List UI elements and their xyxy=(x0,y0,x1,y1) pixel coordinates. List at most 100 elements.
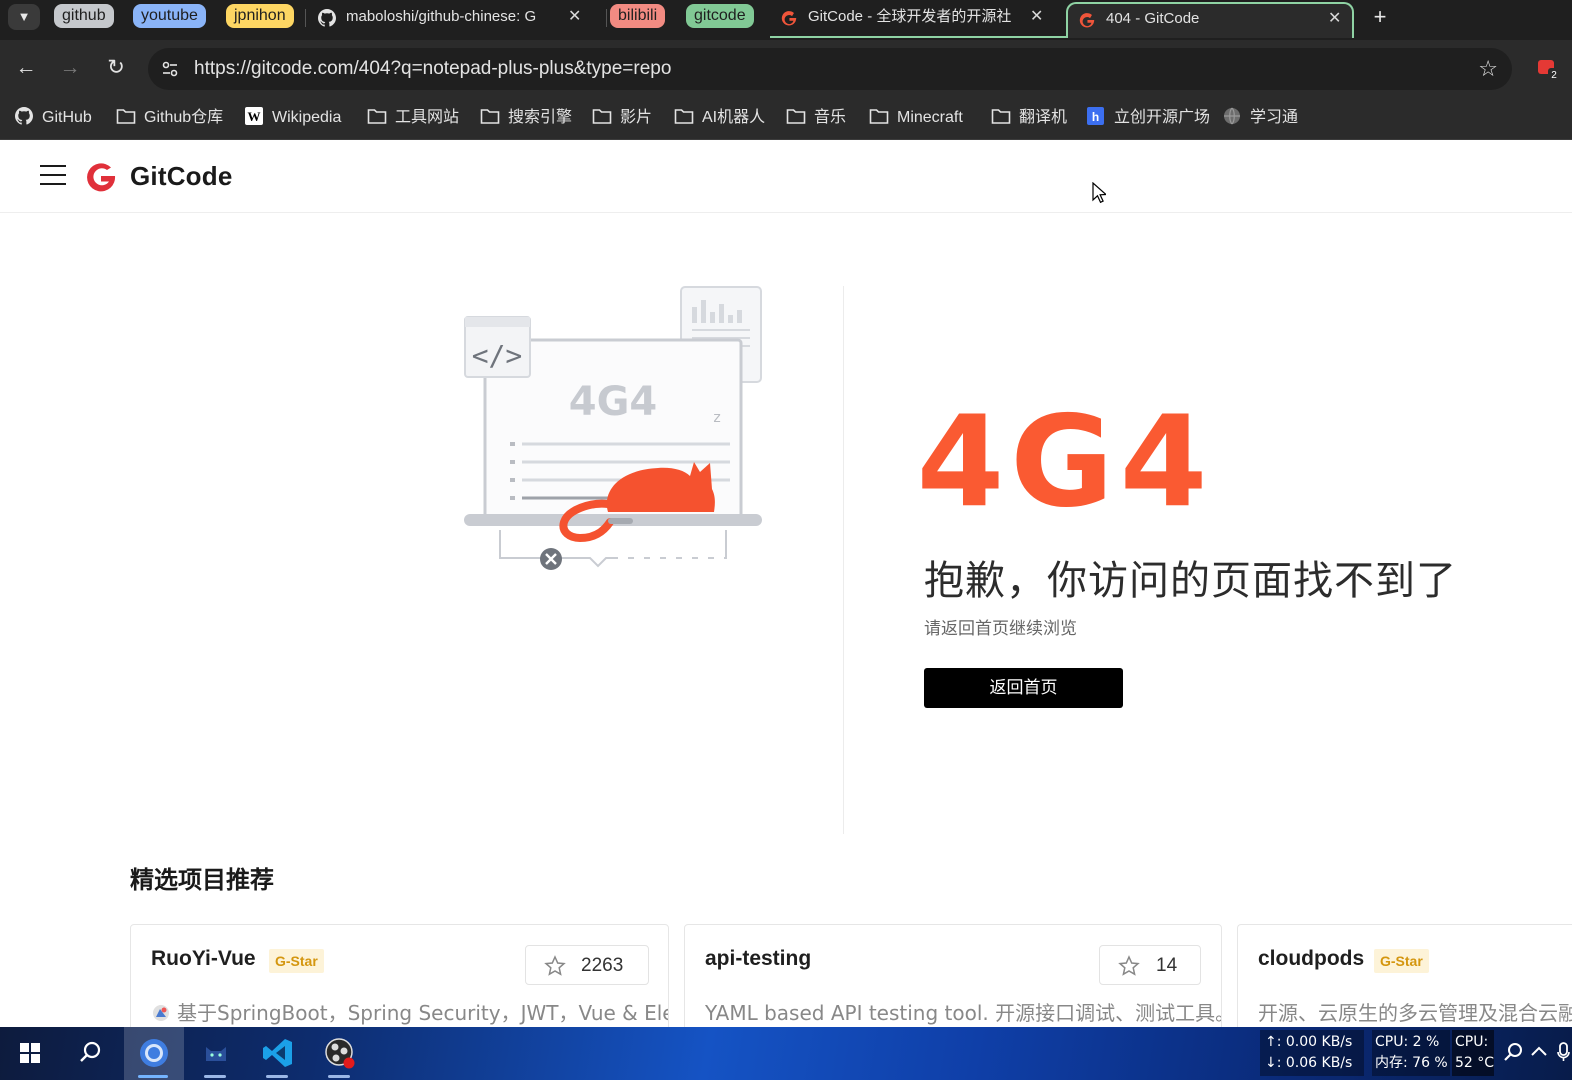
project-description: YAML based API testing tool. 开源接口调试、测试工具… xyxy=(705,1001,1222,1025)
bookmark-movies[interactable]: 影片 xyxy=(592,107,652,129)
bookmark-ai-bots[interactable]: AI机器人 xyxy=(674,107,765,129)
memory-usage: 内存: 76 % xyxy=(1375,1055,1448,1071)
back-button[interactable]: ← xyxy=(12,54,40,82)
tab-close-icon[interactable]: ✕ xyxy=(1030,2,1043,32)
reload-button[interactable]: ↻ xyxy=(102,54,130,82)
forward-button[interactable]: → xyxy=(56,54,84,82)
project-description: 基于SpringBoot，Spring Security，JWT，Vue & E… xyxy=(151,997,668,1026)
error-hint: 请返回首页继续浏览 xyxy=(924,619,1077,639)
app-running-indicator xyxy=(204,1075,226,1078)
tab-title: GitCode - 全球开发者的开源社 xyxy=(808,8,1012,25)
gstar-badge: G-Star xyxy=(1374,949,1429,973)
tab-group-gitcode[interactable]: gitcode xyxy=(686,4,754,28)
cpu-temperature: 52 °C xyxy=(1455,1055,1495,1071)
url-text[interactable]: https://gitcode.com/404?q=notepad-plus-p… xyxy=(194,48,671,90)
tab-404-gitcode[interactable]: 404 - GitCode ✕ xyxy=(1066,2,1354,38)
star-button[interactable]: 14 xyxy=(1099,945,1201,985)
bookmark-github[interactable]: GitHub xyxy=(14,107,92,129)
star-count: 14 xyxy=(1156,955,1178,976)
project-name[interactable]: RuoYi-Vue xyxy=(151,947,256,971)
star-count: 2263 xyxy=(581,955,624,976)
tab-group-youtube[interactable]: youtube xyxy=(133,4,206,28)
project-name[interactable]: api-testing xyxy=(705,947,811,971)
address-bar[interactable]: https://gitcode.com/404?q=notepad-plus-p… xyxy=(148,48,1512,90)
logo-text[interactable]: GitCode xyxy=(130,161,233,192)
error-code-text: 4G4 xyxy=(920,400,1210,520)
cpu-usage: CPU: 2 % xyxy=(1375,1034,1440,1050)
folder-icon xyxy=(592,109,612,124)
tab-title: 404 - GitCode xyxy=(1106,10,1200,27)
vscode-icon[interactable] xyxy=(260,1035,296,1071)
bookmark-xuexitong[interactable]: 学习通 xyxy=(1222,107,1298,129)
bookmark-music[interactable]: 音乐 xyxy=(786,107,846,129)
site-header: GitCode xyxy=(0,141,1572,213)
menu-icon[interactable] xyxy=(40,163,66,187)
mouse-cursor-icon xyxy=(1092,182,1106,204)
bookmark-github-repo[interactable]: Github仓库 xyxy=(116,107,223,129)
bookmark-wikipedia[interactable]: W Wikipedia xyxy=(244,107,341,129)
tab-group-github[interactable]: github xyxy=(54,4,114,28)
bookmark-label: Minecraft xyxy=(897,109,963,126)
bookmark-label: Wikipedia xyxy=(272,109,342,126)
bookmark-label: GitHub xyxy=(42,109,92,126)
search-icon[interactable] xyxy=(72,1035,108,1071)
bookmark-tools[interactable]: 工具网站 xyxy=(367,107,459,129)
windows-start-icon[interactable] xyxy=(12,1035,48,1071)
folder-icon xyxy=(367,109,387,124)
bookmark-label: AI机器人 xyxy=(702,109,766,126)
back-home-button[interactable]: 返回首页 xyxy=(924,668,1123,708)
tab-strip: ▼ github youtube jpnihon maboloshi/githu… xyxy=(0,0,1572,40)
error-illustration: 4G4 z </> xyxy=(464,286,762,570)
tab-separator xyxy=(305,9,306,27)
bookmark-translator[interactable]: 翻译机 xyxy=(991,107,1067,129)
site-info-icon[interactable] xyxy=(160,59,180,79)
project-card-cloudpods[interactable]: cloudpods G-Star 开源、云原生的多云管理及混合云融合平 xyxy=(1237,924,1572,1044)
cat-app-icon[interactable] xyxy=(198,1035,234,1071)
net-download-speed: ↓: 0.06 KB/s xyxy=(1265,1055,1353,1071)
bookmark-label: 学习通 xyxy=(1250,109,1299,126)
bookmark-oshwhub[interactable]: h 立创开源广场 xyxy=(1086,107,1210,129)
bookmarks-bar: GitHub Github仓库 W Wikipedia 工具网站 搜索引擎 影片 … xyxy=(0,98,1572,140)
chrome-icon[interactable] xyxy=(136,1035,172,1071)
tab-group-bilibili[interactable]: bilibili xyxy=(610,4,666,28)
tab-close-icon[interactable]: ✕ xyxy=(568,2,581,32)
bookmark-minecraft[interactable]: Minecraft xyxy=(869,107,963,129)
project-card-ruoyi-vue[interactable]: RuoYi-Vue G-Star 2263 基于SpringBoot，Sprin… xyxy=(130,924,669,1044)
tab-group-jpnihon[interactable]: jpnihon xyxy=(226,4,294,28)
error-title: 抱歉，你访问的页面找不到了 xyxy=(924,558,1457,604)
folder-icon xyxy=(786,109,806,124)
github-icon xyxy=(318,9,336,27)
chrome-running-indicator xyxy=(138,1075,168,1078)
chevron-up-icon[interactable] xyxy=(1528,1039,1550,1065)
bookmark-label: 音乐 xyxy=(814,109,847,126)
app-running-indicator xyxy=(328,1075,350,1078)
tab-maboloshi[interactable]: maboloshi/github-chinese: G ✕ xyxy=(308,2,598,38)
folder-icon xyxy=(480,109,500,124)
bookmark-label: 搜索引擎 xyxy=(508,109,573,126)
tab-close-icon[interactable]: ✕ xyxy=(1328,4,1341,34)
cpu-temp-label: CPU: xyxy=(1455,1034,1489,1050)
bookmark-label: 工具网站 xyxy=(395,109,460,126)
microphone-icon[interactable] xyxy=(1556,1041,1570,1063)
tab-gitcode-home[interactable]: GitCode - 全球开发者的开源社 ✕ xyxy=(770,2,1066,38)
gitcode-logo-icon[interactable] xyxy=(84,159,118,193)
new-tab-button[interactable]: + xyxy=(1368,3,1392,31)
folder-icon xyxy=(869,109,889,124)
project-name[interactable]: cloudpods xyxy=(1258,947,1364,971)
tab-search-button[interactable]: ▼ xyxy=(8,4,40,30)
wikipedia-icon: W xyxy=(245,107,263,125)
globe-icon xyxy=(1224,107,1240,125)
bookmark-label: 翻译机 xyxy=(1019,109,1068,126)
recommended-section-title: 精选项目推荐 xyxy=(130,866,274,894)
obs-icon[interactable] xyxy=(322,1035,358,1071)
star-button[interactable]: 2263 xyxy=(525,945,649,985)
gitcode-icon xyxy=(1079,13,1095,28)
ruoyi-icon xyxy=(153,1005,169,1021)
bookmark-label: 影片 xyxy=(620,109,653,126)
bookmark-star-icon[interactable]: ☆ xyxy=(1478,56,1498,82)
extension-icon[interactable]: 2 xyxy=(1536,56,1560,80)
extension-badge: 2 xyxy=(1551,70,1557,80)
project-card-api-testing[interactable]: api-testing 14 YAML based API testing to… xyxy=(684,924,1222,1044)
tray-search-icon[interactable] xyxy=(1500,1039,1526,1065)
bookmark-search-engines[interactable]: 搜索引擎 xyxy=(480,107,572,129)
